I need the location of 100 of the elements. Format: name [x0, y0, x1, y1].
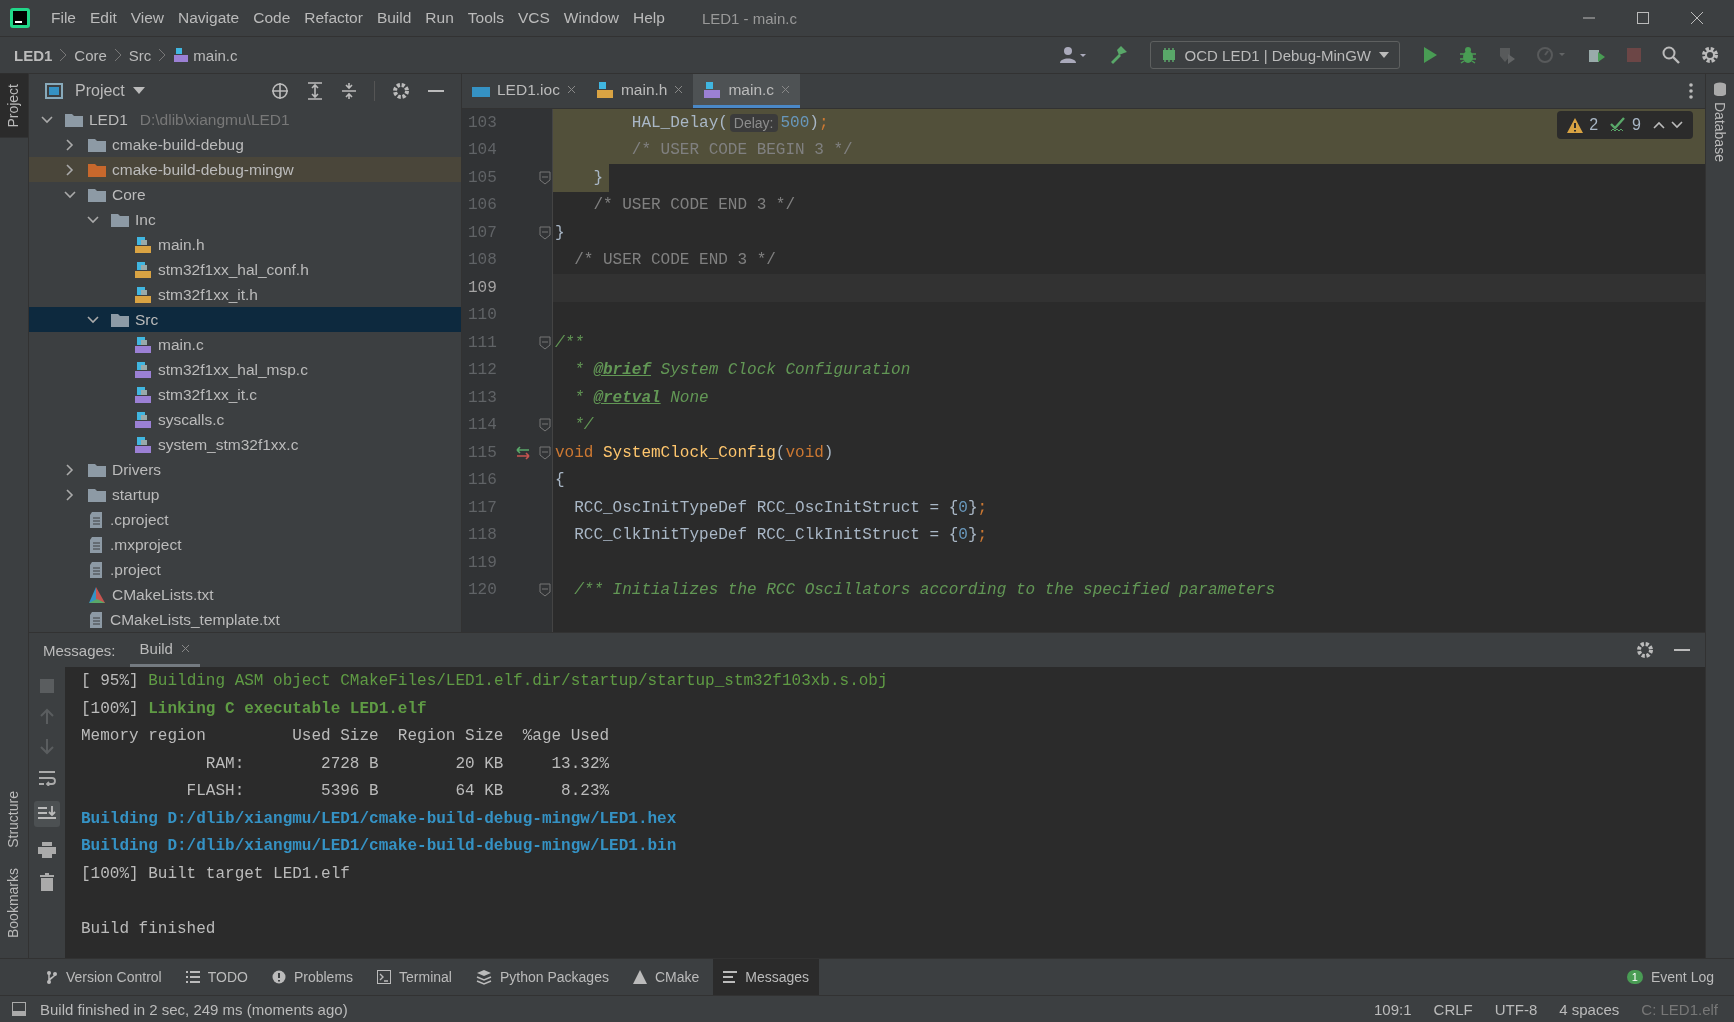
tree-row[interactable]: startup: [29, 482, 461, 507]
status-item[interactable]: 109:1: [1370, 1000, 1416, 1018]
chevron-icon[interactable]: [64, 188, 76, 201]
tool-window-button[interactable]: Python Packages: [465, 959, 619, 995]
collapse-all-icon[interactable]: [341, 81, 357, 100]
chevron-icon[interactable]: [64, 488, 76, 501]
menu-item[interactable]: File: [44, 9, 83, 27]
maximize-icon[interactable]: [1636, 11, 1650, 25]
chevron-icon[interactable]: [41, 113, 53, 126]
tool-window-tab[interactable]: Bookmarks: [0, 857, 28, 948]
status-item[interactable]: UTF-8: [1490, 1000, 1542, 1018]
run-icon[interactable]: [1422, 46, 1438, 64]
close-icon[interactable]: [566, 85, 576, 94]
tree-row[interactable]: .mxproject: [29, 532, 461, 557]
menu-item[interactable]: View: [123, 9, 172, 27]
folder-icon: [88, 487, 106, 502]
tree-row[interactable]: stm32f1xx_hal_conf.h: [29, 257, 461, 282]
panel-toggle-icon[interactable]: [12, 1002, 26, 1016]
chevron-icon[interactable]: [64, 463, 76, 476]
soft-wrap-icon[interactable]: [38, 770, 56, 786]
chevron-icon[interactable]: [64, 163, 76, 176]
breadcrumb[interactable]: Src: [128, 46, 152, 64]
tree-row[interactable]: main.c: [29, 332, 461, 357]
breadcrumb[interactable]: LED1: [14, 46, 53, 64]
tree-row[interactable]: CMakeLists.txt: [29, 582, 461, 607]
code-line: RCC_OscInitTypeDef RCC_OscInitStruct = {0};: [573, 497, 988, 519]
tree-row[interactable]: cmake-build-debug-mingw: [29, 157, 461, 182]
tree-row[interactable]: Src: [29, 307, 461, 332]
tool-window-button[interactable]: Version Control: [36, 959, 172, 995]
tree-row[interactable]: system_stm32f1xx.c: [29, 432, 461, 457]
tool-window-button[interactable]: TODO: [175, 959, 258, 995]
editor-tab[interactable]: main.h: [585, 74, 694, 108]
inspection-widget[interactable]: 2 9: [1557, 111, 1693, 139]
menu-item[interactable]: Navigate: [171, 9, 247, 27]
tool-window-tab[interactable]: Project: [0, 74, 28, 138]
search-icon[interactable]: [1662, 46, 1680, 64]
menu-item[interactable]: Window: [556, 9, 626, 27]
menu-item[interactable]: Build: [369, 9, 419, 27]
chevron-icon[interactable]: [87, 213, 99, 226]
settings-icon[interactable]: [1701, 46, 1719, 64]
minimize-icon[interactable]: [1674, 648, 1690, 652]
tool-window-button[interactable]: CMake: [622, 959, 710, 995]
more-icon[interactable]: [1689, 83, 1693, 99]
run-configuration-dropdown[interactable]: OCD LED1 | Debug-MinGW: [1149, 41, 1400, 69]
tool-window-tab[interactable]: Database: [1706, 74, 1734, 170]
tree-row[interactable]: stm32f1xx_it.h: [29, 282, 461, 307]
chevron-icon[interactable]: [87, 313, 99, 326]
tree-row[interactable]: Inc: [29, 207, 461, 232]
scroll-to-end-icon[interactable]: [34, 801, 60, 827]
tool-window-button[interactable]: Terminal: [367, 959, 462, 995]
tree-row[interactable]: cmake-build-debug: [29, 132, 461, 157]
panel-title[interactable]: Project: [75, 81, 125, 100]
menu-item[interactable]: Refactor: [297, 9, 370, 27]
tree-row[interactable]: stm32f1xx_hal_msp.c: [29, 357, 461, 382]
tree-row[interactable]: syscalls.c: [29, 407, 461, 432]
menu-item[interactable]: Help: [626, 9, 672, 27]
close-icon[interactable]: [674, 85, 684, 94]
editor-tab[interactable]: LED1.ioc: [462, 74, 586, 108]
bug-icon[interactable]: [1459, 46, 1477, 64]
menu-item[interactable]: Run: [418, 9, 461, 27]
down-icon[interactable]: [1671, 121, 1683, 129]
minimize-icon[interactable]: [428, 88, 444, 93]
close-icon[interactable]: [1690, 11, 1704, 25]
settings-icon[interactable]: [392, 81, 410, 100]
menu-item[interactable]: VCS: [510, 9, 557, 27]
tree-row[interactable]: CMakeLists_template.txt: [29, 607, 461, 632]
close-icon[interactable]: [180, 644, 190, 653]
tree-row[interactable]: .project: [29, 557, 461, 582]
layers-icon: [475, 969, 492, 985]
status-item[interactable]: CRLF: [1429, 1000, 1477, 1018]
editor-tab[interactable]: main.c: [693, 74, 801, 108]
tool-window-button[interactable]: Messages: [713, 959, 820, 995]
tree-row[interactable]: Drivers: [29, 457, 461, 482]
menu-item[interactable]: Code: [246, 9, 298, 27]
tool-window-tab[interactable]: Structure: [0, 781, 28, 858]
tree-row[interactable]: LED1 D:\dlib\xiangmu\LED1: [29, 107, 461, 132]
swap-arrows-icon[interactable]: [515, 445, 531, 460]
text-file-icon: [88, 560, 104, 579]
print-icon[interactable]: [38, 842, 56, 858]
tree-row[interactable]: main.h: [29, 232, 461, 257]
up-icon[interactable]: [1653, 121, 1665, 129]
chevron-icon[interactable]: [64, 138, 76, 151]
settings-icon[interactable]: [1636, 641, 1654, 659]
status-item[interactable]: 4 spaces: [1555, 1000, 1624, 1018]
menu-item[interactable]: Edit: [83, 9, 124, 27]
tree-row[interactable]: .cproject: [29, 507, 461, 532]
tree-row[interactable]: Core: [29, 182, 461, 207]
menu-item[interactable]: Tools: [460, 9, 511, 27]
user-icon[interactable]: [1058, 46, 1087, 64]
tree-row[interactable]: stm32f1xx_it.c: [29, 382, 461, 407]
panel-title: Messages:: [42, 641, 117, 659]
breadcrumb[interactable]: main.c: [173, 46, 238, 64]
trash-icon[interactable]: [40, 873, 54, 891]
tool-window-button[interactable]: Problems: [261, 959, 364, 995]
breadcrumb[interactable]: Core: [74, 46, 107, 64]
dropdown-icon[interactable]: [132, 86, 145, 95]
expand-all-icon[interactable]: [307, 81, 323, 100]
c-file-icon: [134, 385, 152, 404]
locate-icon[interactable]: [271, 81, 289, 100]
event-log-button[interactable]: 1 Event Log: [1616, 959, 1724, 995]
